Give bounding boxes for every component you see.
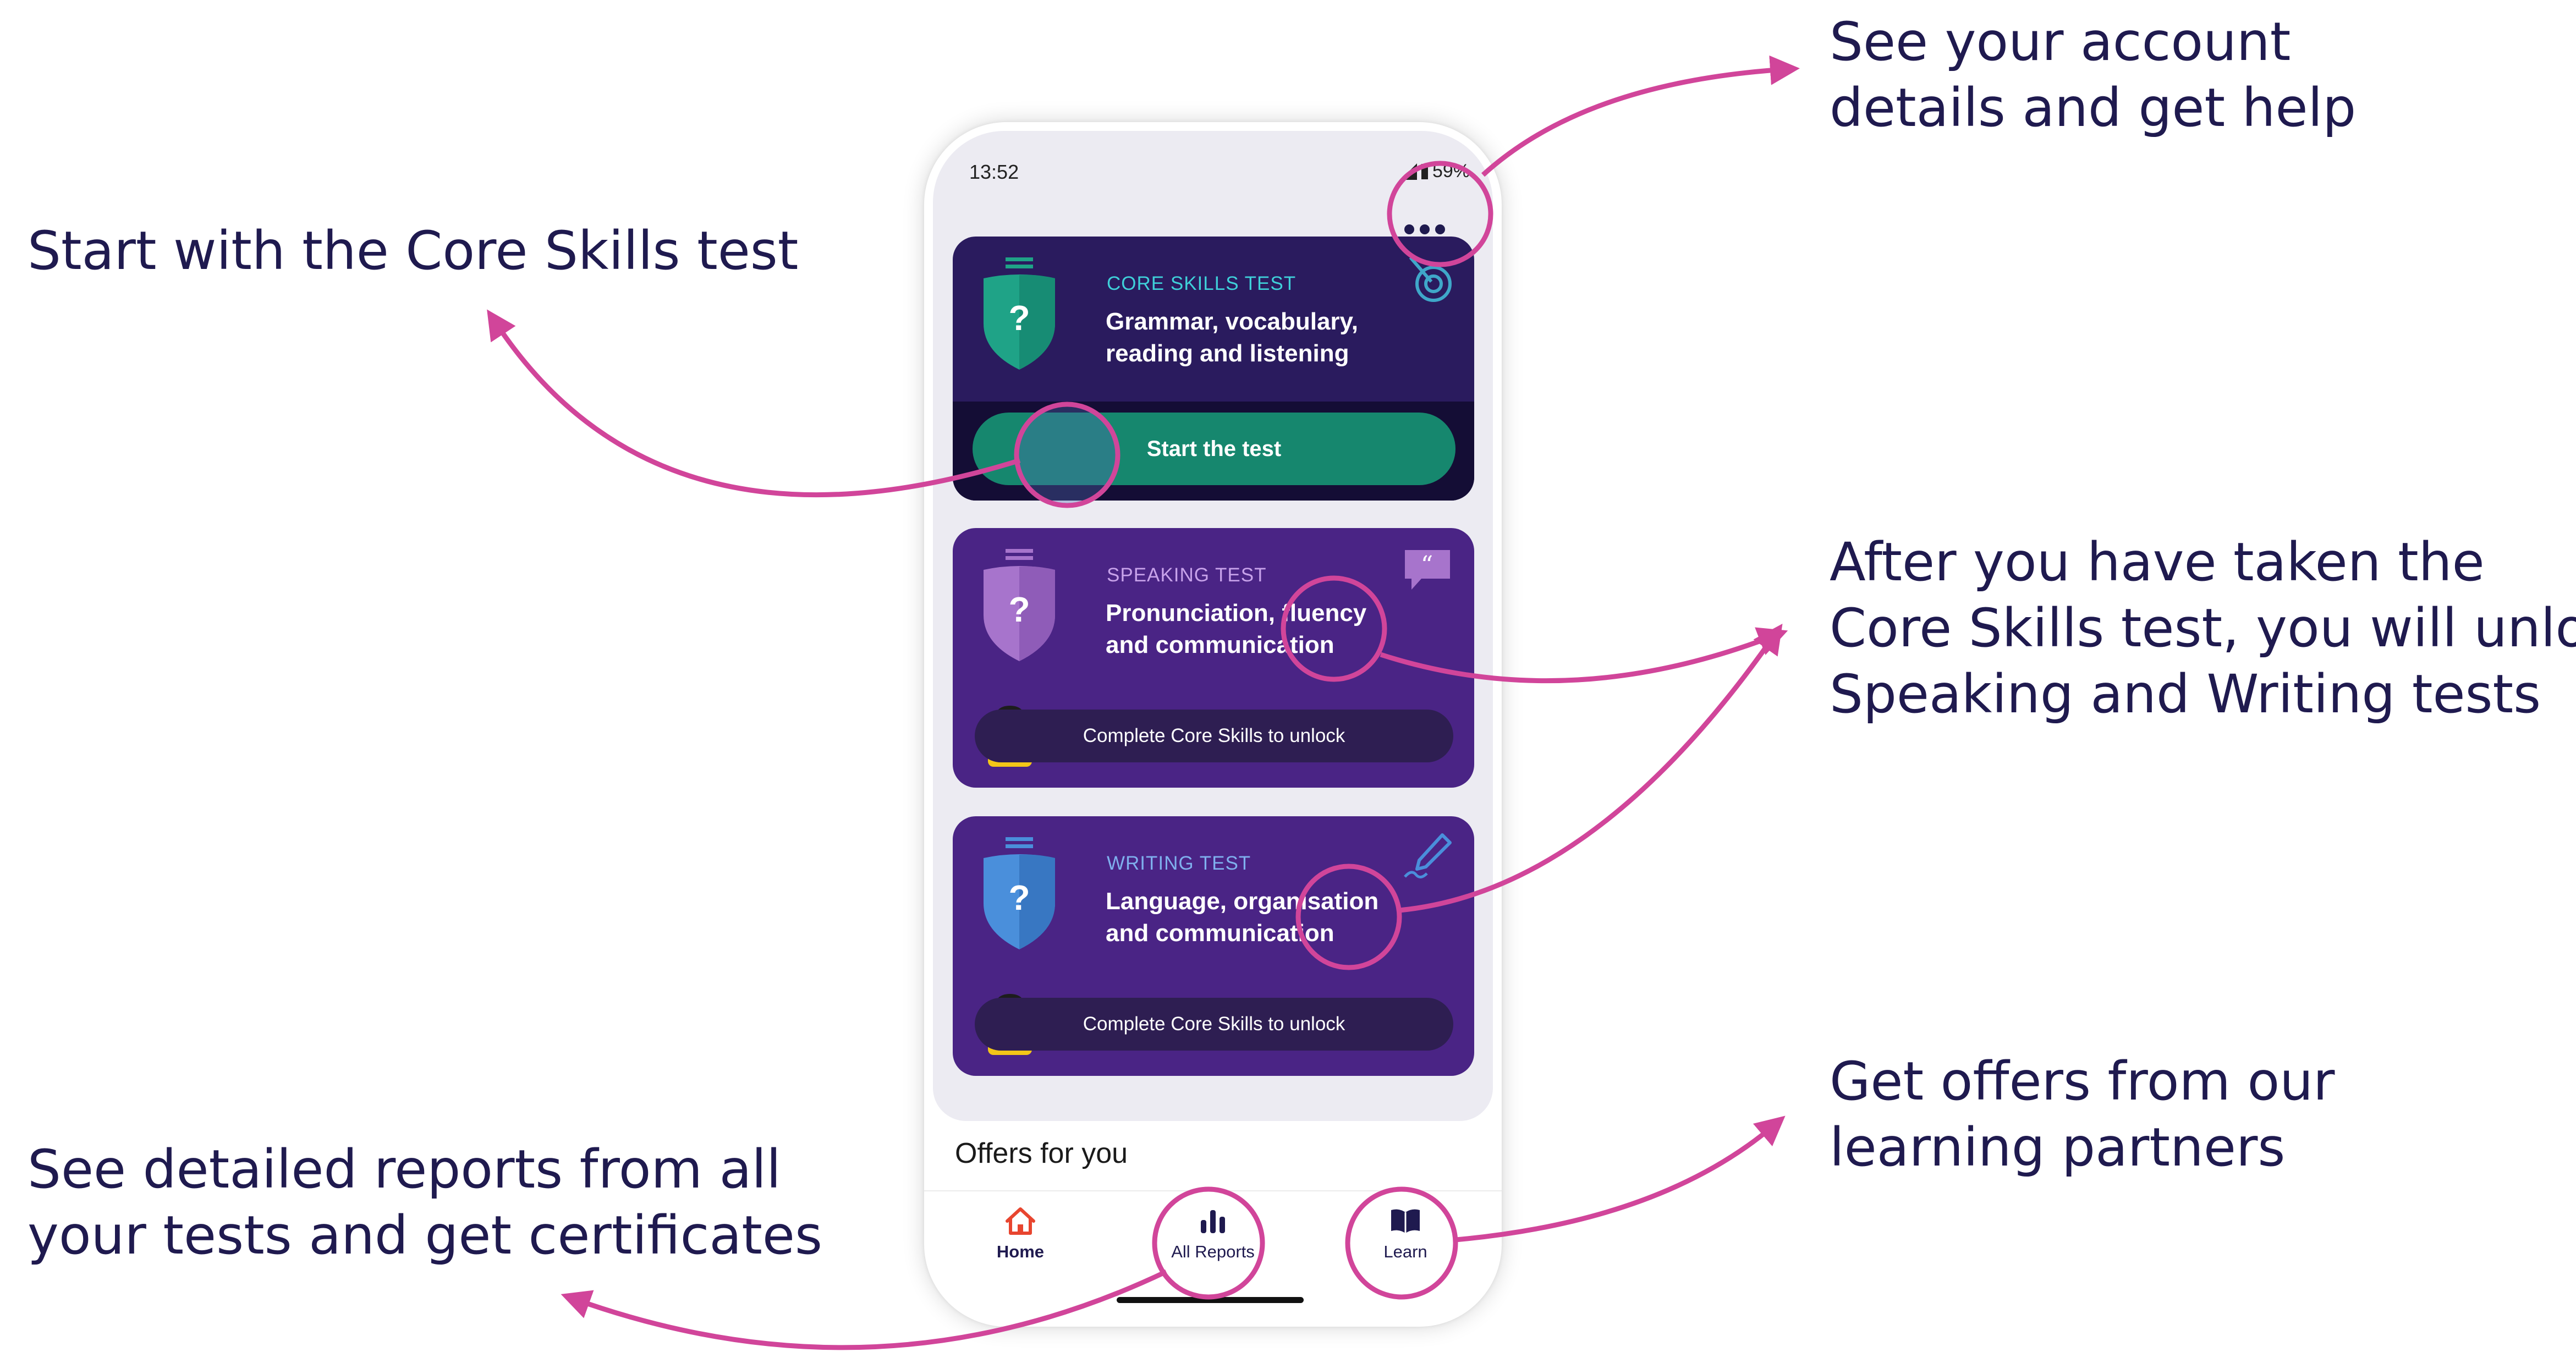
status-time: 13:52 [969,161,1019,183]
annotation-account: See your account details and get help [1830,11,2357,139]
book-icon [1391,1209,1420,1233]
nav-learn-label: Learn [1383,1242,1427,1261]
target-icon [1409,256,1452,302]
core-title: Grammar, vocabulary, reading and listeni… [1106,308,1358,367]
nav-divider [924,1190,1502,1191]
annotation-offers: Get offers from our learning partners [1830,1051,2335,1178]
speaking-lock-message: Complete Core Skills to unlock [975,710,1453,762]
shield-icon: ? [984,257,1055,370]
core-skills-card: ? CORE SKILLS TEST Grammar, vocabulary, … [953,237,1474,501]
phone-screen: 13:52 59% ? CORE SKILLS TEST Grammar, vo… [924,122,1502,1327]
nav-reports-label: All Reports [1171,1242,1255,1261]
nav-home[interactable]: Home [965,1206,1075,1262]
arrow-account [1481,55,1800,177]
shield-icon: ? [984,837,1055,949]
nav-learn[interactable]: Learn [1350,1206,1460,1262]
signal-icon [1400,163,1417,180]
nav-home-label: Home [996,1242,1045,1261]
speech-bubble-icon: “ [1405,550,1450,590]
more-dot [1435,224,1445,234]
core-eyebrow: CORE SKILLS TEST [1107,273,1297,294]
start-test-button[interactable]: Start the test [973,413,1455,485]
speaking-title: Pronunciation, fluency and communication [1106,600,1367,658]
annotation-core-skills: Start with the Core Skills test [28,220,799,282]
nav-all-reports[interactable]: All Reports [1158,1206,1268,1262]
status-indicators: 59% [1400,161,1470,182]
annotation-unlock: After you have taken the Core Skills tes… [1830,531,2576,725]
svg-text:“: “ [1421,551,1433,579]
shield-mark: ? [1008,878,1030,917]
offers-heading: Offers for you [955,1137,1128,1169]
home-indicator [1117,1297,1304,1303]
bar-chart-icon [1201,1210,1225,1233]
writing-test-card[interactable]: ? WRITING TEST Language, organisation an… [953,816,1474,1076]
pen-icon [1404,833,1452,878]
writing-title: Language, organisation and communication [1106,888,1379,947]
battery-icon [1421,163,1428,179]
arrow-offers [1455,1115,1786,1243]
shield-mark: ? [1008,298,1030,338]
more-dot [1404,224,1414,234]
shield-icon: ? [984,549,1055,661]
speaking-test-card[interactable]: ? SPEAKING TEST Pronunciation, fluency a… [953,528,1474,788]
shield-mark: ? [1008,590,1030,629]
more-dot [1420,224,1430,234]
writing-lock-message: Complete Core Skills to unlock [975,998,1453,1051]
battery-level: 59% [1432,161,1470,182]
speaking-eyebrow: SPEAKING TEST [1107,564,1267,586]
home-icon [1006,1207,1035,1235]
writing-eyebrow: WRITING TEST [1107,853,1251,874]
annotation-reports: See detailed reports from all your tests… [28,1139,822,1266]
